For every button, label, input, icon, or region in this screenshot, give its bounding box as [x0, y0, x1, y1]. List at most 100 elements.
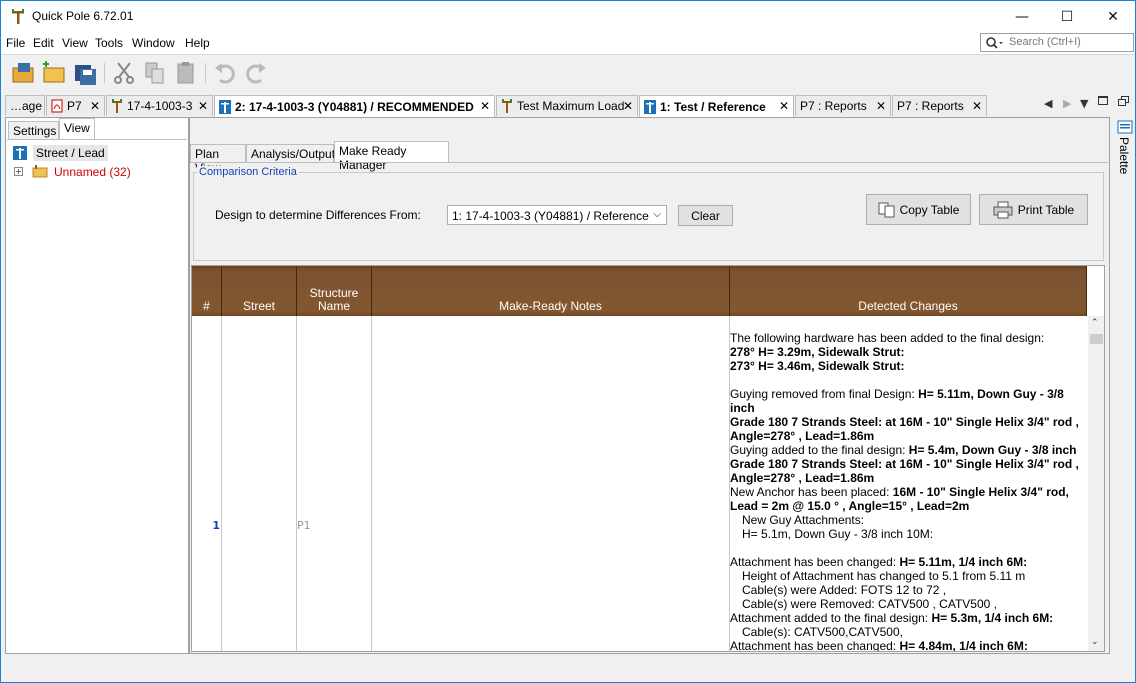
tab-doc-4[interactable]: Test Maximum Load ✕	[496, 95, 638, 116]
change-line: H= 5.1m, Down Guy - 3/8 inch 10M:	[730, 527, 1086, 541]
save-all-icon[interactable]	[72, 60, 98, 86]
change-bold: 273° H= 3.46m, Sidewalk Strut:	[730, 359, 905, 373]
chevron-down-icon: ⌵	[653, 209, 661, 220]
undo-icon[interactable]	[212, 60, 238, 86]
menu-edit[interactable]: Edit	[33, 36, 54, 50]
change-text: Height of Attachment has changed to 5.1 …	[742, 569, 1026, 583]
change-line: Height of Attachment has changed to 5.1 …	[730, 569, 1086, 583]
make-ready-table: # Street Structure Name Make-Ready Notes…	[191, 265, 1105, 652]
tab-doc-0[interactable]: …age	[5, 95, 45, 116]
change-line: Cable(s) were Removed: CATV500 , CATV500…	[730, 597, 1086, 611]
toolbar	[1, 54, 1135, 89]
print-table-button[interactable]: Print Table	[979, 194, 1088, 225]
tab-doc-5[interactable]: 1: Test / Reference ✕	[639, 95, 794, 117]
design-select[interactable]: 1: 17-4-1003-3 (Y04881) / Reference ⌵	[447, 205, 667, 225]
tab-doc-2[interactable]: 17-4-1003-3 ✕	[106, 95, 213, 116]
palette-label[interactable]: Palette	[1117, 137, 1131, 174]
change-text: Cable(s) were Added: FOTS 12 to 72 ,	[742, 583, 947, 597]
menu-help[interactable]: Help	[185, 36, 210, 50]
tab-make-ready-manager[interactable]: Make Ready Manager	[334, 141, 449, 172]
close-tab-icon[interactable]: ✕	[90, 99, 100, 113]
restore-panel-icon[interactable]	[1118, 96, 1130, 107]
palette-icon[interactable]	[1117, 120, 1133, 134]
change-line: Attachment has been changed: H= 5.11m, 1…	[730, 555, 1086, 569]
col-structure-name-header[interactable]: Structure Name	[297, 266, 372, 316]
paste-icon[interactable]	[173, 60, 199, 86]
tab-doc-7[interactable]: P7 : Reports ✕	[892, 95, 987, 116]
copy-table-label: Copy Table	[899, 202, 960, 217]
clear-button[interactable]: Clear	[678, 205, 733, 226]
printer-icon	[993, 201, 1013, 218]
menu-file[interactable]: File	[6, 36, 25, 50]
change-bold: Grade 180 7 Strands Steel: at 16M - 10" …	[730, 415, 1079, 429]
copy-icon[interactable]	[142, 60, 168, 86]
tab-settings[interactable]: Settings	[8, 121, 59, 140]
change-bold: Lead = 2m @ 15.0 ° , Angle=15° , Lead=2m	[730, 499, 970, 513]
maximize-panel-icon[interactable]	[1098, 96, 1108, 105]
tab-label: P7	[67, 99, 82, 113]
change-line: 278° H= 3.29m, Sidewalk Strut:	[730, 345, 1086, 359]
close-button[interactable]: ✕	[1090, 1, 1135, 32]
col-street-header[interactable]: Street	[222, 266, 297, 316]
maximize-button[interactable]: ☐	[1044, 1, 1090, 32]
change-bold: Angle=278° , Lead=1.86m	[730, 429, 875, 443]
tabs-right-arrow-icon[interactable]: ▶	[1063, 97, 1071, 110]
cut-icon[interactable]	[111, 60, 137, 86]
copy-table-button[interactable]: Copy Table	[866, 194, 971, 225]
col-detected-changes-header[interactable]: Detected Changes	[730, 266, 1087, 316]
vertical-scrollbar[interactable]: ⌃ ⌄	[1088, 316, 1104, 651]
table-header: # Street Structure Name Make-Ready Notes…	[192, 266, 1087, 316]
tree-root[interactable]: Street / Lead	[33, 145, 108, 161]
scroll-down-icon[interactable]: ⌄	[1091, 637, 1099, 647]
tab-doc-1[interactable]: P7 ✕	[46, 95, 105, 116]
change-text: Guying added to the final design:	[730, 443, 909, 457]
change-line: New Guy Attachments:	[730, 513, 1086, 527]
change-bold: Grade 180 7 Strands Steel: at 16M - 10" …	[730, 457, 1079, 471]
minimize-button[interactable]: —	[999, 1, 1045, 32]
redo-icon[interactable]	[243, 60, 269, 86]
col-make-ready-notes-header[interactable]: Make-Ready Notes	[372, 266, 730, 316]
pole-blue-icon	[644, 99, 656, 114]
close-tab-icon[interactable]: ✕	[972, 99, 982, 113]
change-line: Guying removed from final Design: H= 5.1…	[730, 387, 1086, 415]
close-tab-icon[interactable]: ✕	[480, 99, 490, 113]
tabs-dropdown-icon[interactable]: ▼	[1080, 97, 1088, 110]
tab-doc-6[interactable]: P7 : Reports ✕	[795, 95, 891, 116]
change-line: Cable(s) were Added: FOTS 12 to 72 ,	[730, 583, 1086, 597]
design-label: Design to determine Differences From:	[215, 208, 421, 222]
design-select-value: 1: 17-4-1003-3 (Y04881) / Reference	[452, 209, 649, 223]
tab-label: 2: 17-4-1003-3 (Y04881) / RECOMMENDED	[235, 99, 474, 114]
row-structure-name: P1	[297, 519, 311, 532]
change-text: New Anchor has been placed:	[730, 485, 893, 499]
close-tab-icon[interactable]: ✕	[876, 99, 886, 113]
change-line: 273° H= 3.46m, Sidewalk Strut:	[730, 359, 1086, 373]
tree-item-unnamed[interactable]: Unnamed (32)	[54, 165, 131, 179]
col-number-header[interactable]: #	[192, 266, 222, 316]
menu-view[interactable]: View	[62, 36, 88, 50]
change-text: New Guy Attachments:	[742, 513, 865, 527]
tab-label: P7 : Reports	[897, 99, 964, 113]
change-text: Cable(s) were Removed: CATV500 , CATV500…	[742, 597, 997, 611]
menu-tools[interactable]: Tools	[95, 36, 123, 50]
pole-blue-icon	[219, 99, 231, 114]
scroll-up-icon[interactable]: ⌃	[1091, 318, 1099, 328]
open-folder-icon[interactable]	[10, 60, 36, 86]
tab-plan-view[interactable]: Plan View	[190, 144, 246, 175]
change-line	[730, 541, 1086, 555]
scroll-thumb[interactable]	[1090, 334, 1103, 344]
search-placeholder: Search (Ctrl+I)	[1009, 36, 1081, 48]
search-input[interactable]: Search (Ctrl+I)	[980, 33, 1134, 52]
new-folder-icon[interactable]	[41, 60, 67, 86]
folder-icon	[32, 165, 48, 178]
menu-window[interactable]: Window	[132, 36, 175, 50]
change-bold: H= 5.3m, 1/4 inch 6M:	[931, 611, 1054, 625]
tab-view[interactable]: View	[59, 118, 95, 140]
close-tab-icon[interactable]: ✕	[623, 99, 633, 113]
change-line: Lead = 2m @ 15.0 ° , Angle=15° , Lead=2m	[730, 499, 1086, 513]
close-tab-icon[interactable]: ✕	[198, 99, 208, 113]
tab-analysis-output[interactable]: Analysis/Output	[246, 144, 335, 163]
close-tab-icon[interactable]: ✕	[779, 99, 789, 113]
tab-doc-3[interactable]: 2: 17-4-1003-3 (Y04881) / RECOMMENDED ✕	[214, 95, 495, 117]
tabs-left-arrow-icon[interactable]: ◀	[1044, 97, 1052, 110]
expand-icon[interactable]: +	[14, 167, 23, 176]
